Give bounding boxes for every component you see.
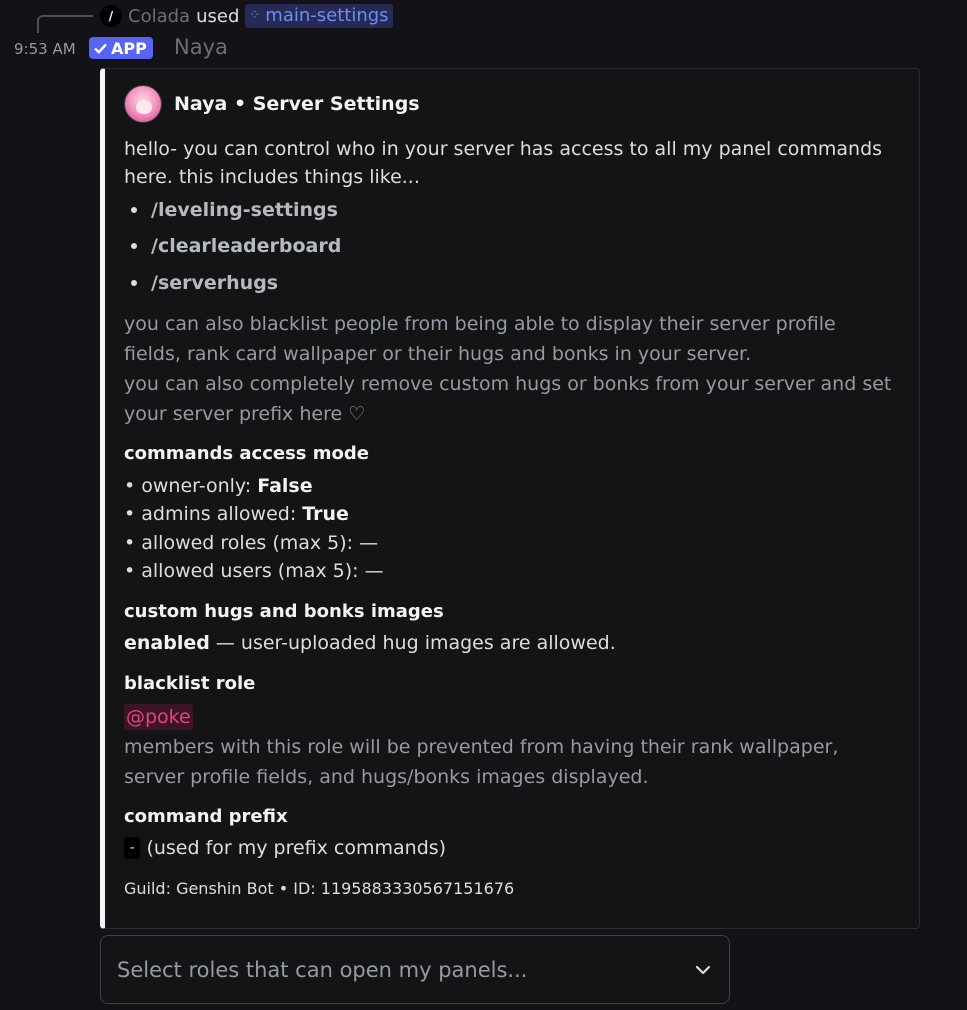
bot-avatar[interactable] xyxy=(124,85,162,123)
reply-verb: used xyxy=(196,5,240,27)
bullet-icon xyxy=(131,243,137,249)
custom-images-desc: — user-uploaded hug images are allowed. xyxy=(209,632,616,654)
command-item-label: /serverhugs xyxy=(151,272,279,294)
role-mention[interactable]: @poke xyxy=(124,704,193,730)
reply-spine xyxy=(37,15,93,33)
reply-reference[interactable]: / Colada used ⁘ main-settings xyxy=(100,4,393,28)
admins-allowed-value: True xyxy=(302,503,349,525)
prefix-note: you can also completely remove custom hu… xyxy=(124,373,892,425)
allowed-roles-line: • allowed roles (max 5): — xyxy=(124,532,379,554)
command-name: main-settings xyxy=(265,5,389,26)
embed-author: Naya • Server Settings xyxy=(124,85,420,123)
list-item: /serverhugs xyxy=(131,272,278,294)
message-timestamp[interactable]: 9:53 AM xyxy=(14,40,76,58)
blacklist-note: you can also blacklist people from being… xyxy=(124,313,836,365)
list-item: /leveling-settings xyxy=(131,199,338,221)
roles-select[interactable]: Select roles that can open my panels... xyxy=(100,935,730,1004)
owner-only-line: • owner-only: False xyxy=(124,475,313,497)
blacklist-role-desc: members with this role will be prevented… xyxy=(124,736,839,788)
bullet-icon xyxy=(131,280,137,286)
blacklist-role-title: blacklist role xyxy=(124,673,256,694)
embed-intro: hello- you can control who in your serve… xyxy=(124,138,883,188)
select-placeholder: Select roles that can open my panels... xyxy=(117,957,528,982)
allowed-users-line: • allowed users (max 5): — xyxy=(124,560,384,582)
prefix-code: - xyxy=(124,837,141,859)
custom-images-status: enabled xyxy=(124,632,210,654)
checkmark-icon xyxy=(94,43,107,54)
command-item-label: /leveling-settings xyxy=(151,199,338,221)
owner-only-value: False xyxy=(257,475,313,497)
command-prefix-line: - (used for my prefix commands) xyxy=(124,837,446,859)
settings-embed: Naya • Server Settings hello- you can co… xyxy=(100,68,920,929)
custom-images-title: custom hugs and bonks images xyxy=(124,601,444,622)
list-item: /clearleaderboard xyxy=(131,235,341,257)
command-grid-icon: ⁘ xyxy=(249,8,261,23)
custom-images-line: enabled — user-uploaded hug images are a… xyxy=(124,632,616,654)
chevron-down-icon xyxy=(695,965,711,974)
admins-allowed-label: • admins allowed: xyxy=(124,503,303,525)
owner-only-label: • owner-only: xyxy=(124,475,258,497)
slash-command-icon: / xyxy=(100,5,122,27)
prefix-desc: (used for my prefix commands) xyxy=(146,837,447,859)
command-prefix-title: command prefix xyxy=(124,806,288,827)
app-badge-label: APP xyxy=(111,38,147,58)
access-mode-title: commands access mode xyxy=(124,443,369,464)
embed-author-name: Naya • Server Settings xyxy=(174,93,420,115)
app-badge: APP xyxy=(89,37,153,59)
command-mention[interactable]: ⁘ main-settings xyxy=(245,4,393,28)
bullet-icon xyxy=(131,207,137,213)
reply-username[interactable]: Colada xyxy=(128,6,190,27)
embed-footer: Guild: Genshin Bot • ID: 119588333056715… xyxy=(124,879,515,898)
admins-allowed-line: • admins allowed: True xyxy=(124,503,349,525)
author-name[interactable]: Naya xyxy=(174,35,228,59)
command-item-label: /clearleaderboard xyxy=(151,235,342,257)
